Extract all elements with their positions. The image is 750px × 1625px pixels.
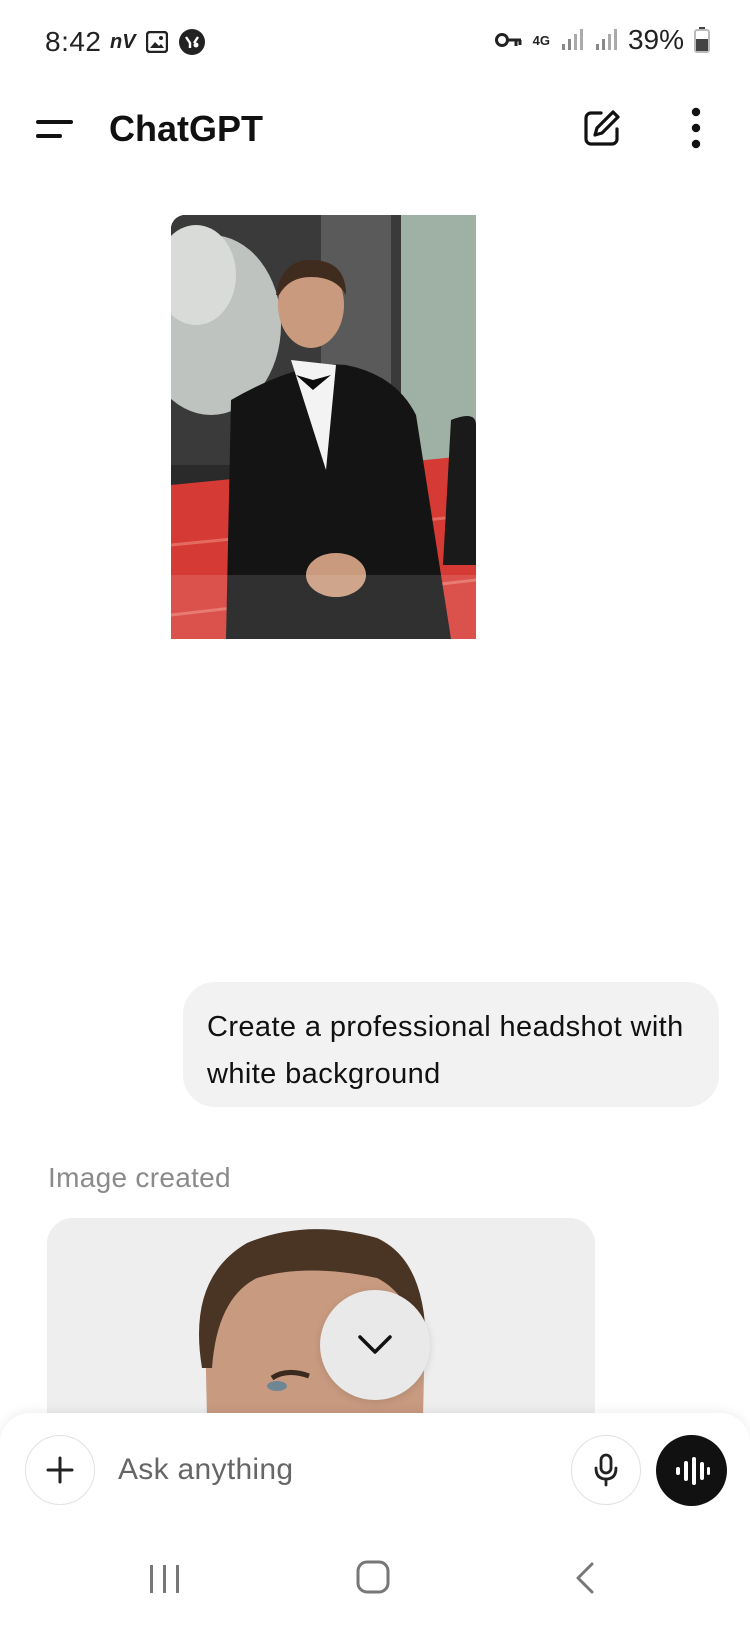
battery-icon bbox=[694, 27, 710, 53]
signal-icon-2 bbox=[595, 29, 617, 50]
system-nav-bar bbox=[0, 1533, 750, 1625]
plus-icon bbox=[46, 1456, 74, 1484]
recent-apps-icon[interactable] bbox=[148, 1563, 182, 1595]
vpn-key-icon bbox=[494, 33, 522, 47]
signal-icon bbox=[561, 29, 583, 50]
status-time: 8:42 bbox=[45, 26, 102, 57]
image-created-label: Image created bbox=[48, 1162, 231, 1193]
back-icon[interactable] bbox=[574, 1561, 596, 1595]
headshot-image bbox=[47, 1218, 595, 1418]
voice-waveform-icon bbox=[675, 1456, 710, 1485]
page-title: ChatGPT bbox=[109, 108, 264, 149]
app-notification-icon bbox=[178, 29, 205, 55]
battery-percent: 39% bbox=[627, 24, 684, 55]
mic-button[interactable] bbox=[571, 1435, 641, 1505]
voice-mode-button[interactable] bbox=[656, 1435, 727, 1506]
more-vertical-icon[interactable] bbox=[688, 106, 704, 150]
chevron-down-icon bbox=[358, 1335, 392, 1354]
microphone-icon bbox=[594, 1453, 618, 1487]
nv-notification-icon: nV bbox=[110, 30, 136, 53]
composer bbox=[0, 1413, 750, 1533]
home-icon[interactable] bbox=[356, 1560, 390, 1594]
message-input[interactable] bbox=[118, 1440, 558, 1500]
gallery-notification-icon bbox=[145, 31, 168, 53]
network-type: 4G bbox=[532, 32, 550, 48]
status-bar: 8:42 nV 4G 39% bbox=[0, 0, 750, 86]
menu-icon[interactable] bbox=[36, 114, 74, 144]
system-status-icons: 4G 39% bbox=[494, 24, 710, 56]
scroll-down-button[interactable] bbox=[320, 1290, 430, 1400]
notification-icons: nV bbox=[110, 28, 206, 56]
attach-button[interactable] bbox=[25, 1435, 95, 1505]
generated-image[interactable] bbox=[47, 1218, 595, 1418]
user-message: Create a professional headshot with whit… bbox=[183, 982, 719, 1107]
app-header: ChatGPT bbox=[0, 86, 750, 176]
edit-icon[interactable] bbox=[582, 108, 622, 148]
uploaded-photo[interactable] bbox=[171, 215, 476, 639]
red-carpet-photo bbox=[171, 215, 476, 639]
